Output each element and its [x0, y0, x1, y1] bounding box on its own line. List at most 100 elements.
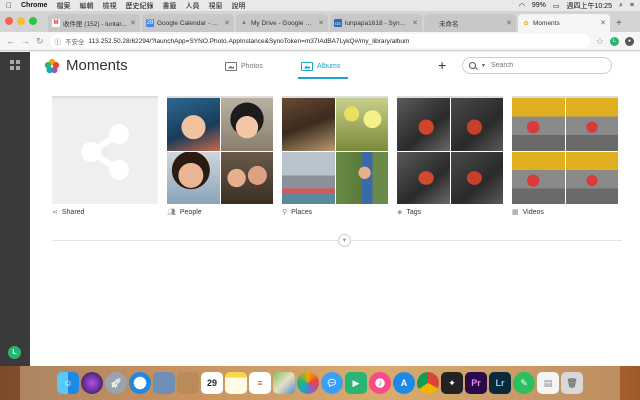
- album-people[interactable]: 👥︎ People: [167, 96, 273, 216]
- address-bar[interactable]: ⓘ 不安全 113.252.50.28/62294/?launchApp=SYN…: [49, 34, 590, 48]
- extension-icon[interactable]: L: [610, 36, 619, 46]
- gmail-icon: M: [52, 19, 60, 27]
- premiere-icon[interactable]: Pr: [465, 372, 487, 394]
- final-cut-icon[interactable]: ✦: [441, 372, 463, 394]
- safari-icon[interactable]: [129, 372, 151, 394]
- album-name: Tags: [406, 208, 422, 216]
- menu-help[interactable]: 說明: [231, 1, 245, 11]
- chevron-down-icon[interactable]: ▼: [481, 63, 486, 69]
- album-cover[interactable]: [167, 96, 273, 204]
- notification-center-icon[interactable]: ≡: [630, 2, 634, 9]
- url-text[interactable]: 113.252.50.28/62294/?launchApp=SYNO.Phot…: [89, 38, 410, 45]
- spotlight-icon[interactable]: ⌕: [619, 2, 623, 10]
- chrome-icon[interactable]: [417, 372, 439, 394]
- document-icon[interactable]: ▤: [537, 372, 559, 394]
- facetime-icon[interactable]: ▶: [345, 372, 367, 394]
- album-places[interactable]: ⚲ Places: [282, 96, 388, 216]
- reminders-icon[interactable]: ≡: [249, 372, 271, 394]
- tab-untitled[interactable]: ◌ 未命名 ✕: [424, 14, 516, 32]
- add-button[interactable]: +: [438, 57, 446, 73]
- photo-thumbnail: [335, 98, 388, 151]
- tab-drive[interactable]: ▲ My Drive - Google Dr... ✕: [236, 14, 328, 32]
- battery-icon[interactable]: ▭: [553, 2, 560, 10]
- menu-file[interactable]: 檔案: [56, 1, 70, 11]
- album-label: 👥︎ People: [167, 208, 273, 217]
- album-cover[interactable]: [397, 96, 503, 204]
- menu-people[interactable]: 人員: [185, 1, 199, 11]
- reload-icon[interactable]: ↻: [36, 36, 44, 47]
- messages-icon[interactable]: 💬︎: [321, 372, 343, 394]
- wifi-icon[interactable]: ◠: [519, 2, 525, 10]
- tab-albums[interactable]: Albums: [301, 59, 340, 73]
- preview-icon[interactable]: [153, 372, 175, 394]
- browser-tabbar: M 收件匣 (152) - luntar... ✕ 28 Google Cale…: [0, 11, 640, 32]
- contacts-icon[interactable]: [177, 372, 199, 394]
- menu-edit[interactable]: 編輯: [79, 1, 93, 11]
- zoom-window-button[interactable]: [29, 17, 37, 25]
- tab-calendar[interactable]: 28 Google Calendar - Da... ✕: [142, 14, 234, 32]
- trash-icon[interactable]: 🗑︎: [561, 372, 583, 394]
- menu-window[interactable]: 視窗: [208, 1, 222, 11]
- lightroom-icon[interactable]: Lr: [489, 372, 511, 394]
- itunes-icon[interactable]: ♪: [369, 372, 391, 394]
- photo-thumbnail: [397, 151, 450, 204]
- close-window-button[interactable]: [5, 17, 13, 25]
- app-store-icon[interactable]: A: [393, 372, 415, 394]
- menu-bookmarks[interactable]: 書籤: [162, 1, 176, 11]
- tab-moments[interactable]: ✿ Moments ✕: [518, 14, 610, 32]
- expand-chevron-icon[interactable]: ▼: [338, 234, 351, 247]
- extension-icon[interactable]: ●: [625, 36, 634, 46]
- tab-photos-label: Photos: [241, 62, 263, 70]
- menu-view[interactable]: 檢視: [102, 1, 116, 11]
- menubar-app-name[interactable]: Chrome: [21, 2, 47, 9]
- evernote-icon[interactable]: ✎: [513, 372, 535, 394]
- maps-icon[interactable]: [273, 372, 295, 394]
- notes-icon[interactable]: [225, 372, 247, 394]
- search-box[interactable]: ▼: [462, 57, 612, 74]
- photo-thumbnail: [167, 151, 220, 204]
- close-tab-icon[interactable]: ✕: [506, 19, 512, 27]
- search-input[interactable]: [490, 62, 591, 69]
- album-cover[interactable]: [512, 96, 618, 204]
- photos-app-icon[interactable]: [297, 372, 319, 394]
- user-avatar[interactable]: L: [8, 346, 21, 359]
- close-tab-icon[interactable]: ✕: [224, 19, 230, 27]
- launchpad-icon[interactable]: 🚀︎: [105, 372, 127, 394]
- app-grid-icon[interactable]: [10, 60, 20, 70]
- album-videos[interactable]: ▦ Videos: [512, 96, 618, 216]
- bookmark-star-icon[interactable]: ☆: [596, 36, 604, 47]
- album-name: People: [179, 208, 202, 216]
- forward-icon[interactable]: →: [21, 36, 30, 46]
- close-tab-icon[interactable]: ✕: [318, 19, 324, 27]
- new-tab-icon[interactable]: +: [616, 18, 622, 29]
- battery-percent[interactable]: 99%: [532, 2, 546, 9]
- back-icon[interactable]: ←: [6, 36, 15, 46]
- people-icon: 👥︎: [167, 209, 176, 216]
- album-label: ⋖ Shared: [52, 208, 158, 217]
- album-label: ▦ Videos: [512, 208, 618, 217]
- album-shared[interactable]: ⋖ Shared: [52, 96, 158, 216]
- tab-photos[interactable]: Photos: [225, 59, 263, 73]
- smart-albums-row: ⋖ Shared 👥︎ People ⚲ Places ◈ Tags ▦ Vid…: [52, 96, 618, 216]
- photo-thumbnail: [450, 98, 503, 151]
- search-icon[interactable]: [469, 62, 476, 69]
- clock[interactable]: 週四上午10:25: [566, 1, 612, 11]
- close-tab-icon[interactable]: ✕: [412, 19, 418, 27]
- siri-icon[interactable]: [81, 372, 103, 394]
- album-cover[interactable]: [282, 96, 388, 204]
- not-secure-label: 不安全: [65, 39, 85, 46]
- album-name: Videos: [522, 208, 544, 216]
- minimize-window-button[interactable]: [17, 17, 25, 25]
- calendar-app-icon[interactable]: 29: [201, 372, 223, 394]
- apple-icon[interactable]: : [6, 1, 12, 10]
- close-tab-icon[interactable]: ✕: [600, 19, 606, 27]
- info-icon[interactable]: ⓘ: [55, 36, 62, 46]
- album-cover[interactable]: [52, 96, 158, 204]
- finder-icon[interactable]: ☺: [57, 372, 79, 394]
- menu-history[interactable]: 歷史紀錄: [125, 1, 153, 11]
- moments-logo-icon: [44, 58, 60, 74]
- tab-gmail[interactable]: M 收件匣 (152) - luntar... ✕: [48, 14, 140, 32]
- tab-synology[interactable]: DS lunpapa1618 - Synolo... ✕: [330, 14, 422, 32]
- album-tags[interactable]: ◈ Tags: [397, 96, 503, 216]
- close-tab-icon[interactable]: ✕: [130, 19, 136, 27]
